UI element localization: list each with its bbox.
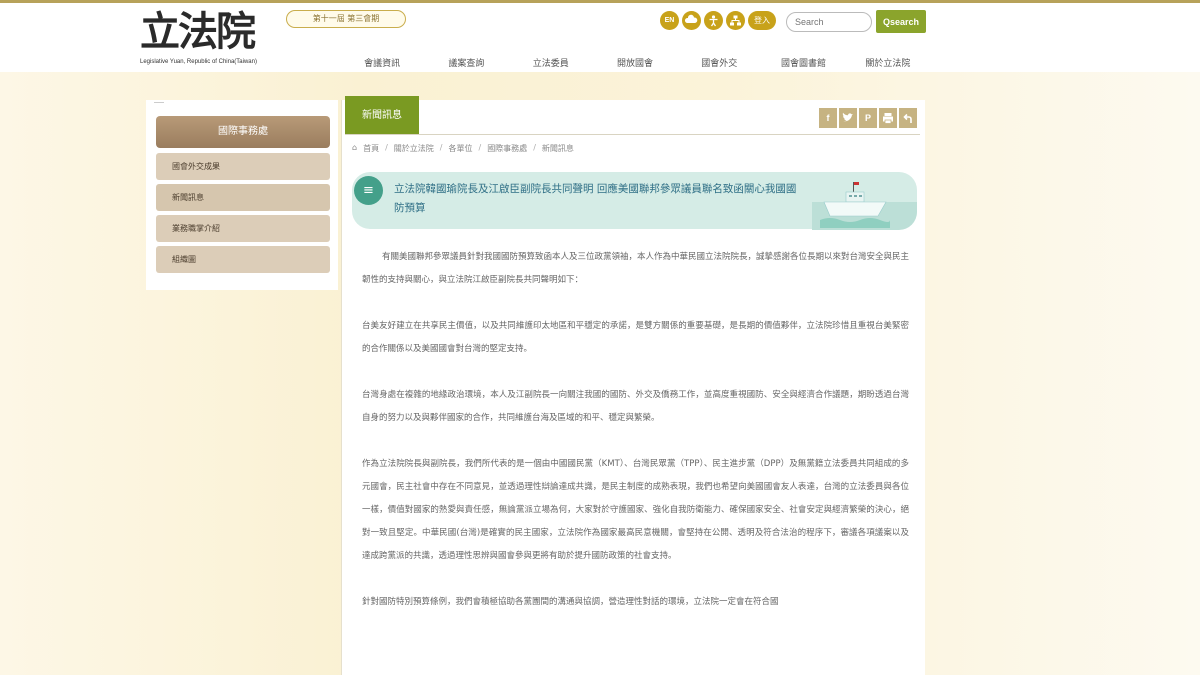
breadcrumb-separator: / (439, 143, 443, 152)
breadcrumb: ⌂ 首頁 / 關於立法院 / 各單位 / 國際事務處 / 新聞訊息 (352, 143, 574, 154)
logo-text: 立法院 (140, 8, 256, 55)
tab-underline (345, 134, 920, 135)
logo-subtitle: Legislative Yuan, Republic of China(Taiw… (140, 59, 257, 65)
share-bar: f P (819, 108, 917, 128)
print-icon[interactable] (879, 108, 897, 128)
nav-item-about[interactable]: 關於立法院 (846, 56, 930, 69)
breadcrumb-separator: / (533, 143, 536, 152)
nav-item-open-parliament[interactable]: 開放國會 (593, 56, 677, 69)
article-paragraph: 針對國防特別預算條例，我們會積極協助各黨團間的溝通與協調，營造理性對話的環境，立… (362, 597, 779, 607)
tab-news[interactable]: 新聞訊息 (345, 96, 419, 135)
article-paragraph: 台美友好建立在共享民主價值，以及共同維護印太地區和平穩定的承諾，是雙方關係的重要… (362, 321, 909, 354)
cloud-icon[interactable] (682, 11, 701, 30)
facebook-icon[interactable]: f (819, 108, 837, 128)
login-button[interactable]: 登入 (748, 11, 776, 30)
nav-item-diplomacy[interactable]: 國會外交 (677, 56, 761, 69)
sidebar-item-news[interactable]: 新聞訊息 (156, 184, 330, 211)
main-nav: 會議資訊 議案查詢 立法委員 開放國會 國會外交 國會圖書館 關於立法院 (340, 56, 930, 69)
sidebar-divider (154, 102, 164, 103)
twitter-icon[interactable] (839, 108, 857, 128)
breadcrumb-intl-affairs[interactable]: 國際事務處 (487, 143, 527, 154)
article-paragraph: 台灣身處在複雜的地緣政治環境，本人及江副院長一向關注我國的國防、外交及僑務工作，… (362, 390, 909, 423)
search-button[interactable]: Qsearch (876, 10, 926, 33)
sidebar-heading: 國際事務處 (156, 116, 330, 148)
article-paragraph: 有關美國聯邦參眾議員針對我國國防預算致函本人及三位政黨領袖，本人作為中華民國立法… (362, 252, 910, 285)
ship-illustration-icon (820, 182, 890, 228)
menu-icon: ≡ (354, 176, 383, 205)
english-icon[interactable]: EN (660, 11, 679, 30)
session-badge: 第十一屆 第三會期 (286, 10, 406, 28)
legislative-yuan-logo[interactable]: 立法院 Legislative Yuan, Republic of China(… (140, 7, 300, 71)
article-paragraph: 作為立法院院長與副院長，我們所代表的是一個由中國國民黨（KMT）、台灣民眾黨（T… (362, 459, 909, 561)
sidebar-item-diplomacy-results[interactable]: 國會外交成果 (156, 153, 330, 180)
sitemap-icon[interactable] (726, 11, 745, 30)
search-button-label: Qsearch (882, 16, 920, 27)
article-title: 立法院韓國瑜院長及江啟臣副院長共同聲明 回應美國聯邦參眾議員聯名致函關心我國國防… (394, 183, 797, 214)
accessibility-icon[interactable] (704, 11, 723, 30)
site-header: 立法院 Legislative Yuan, Republic of China(… (0, 0, 1200, 72)
back-icon[interactable] (899, 108, 917, 128)
article-body: 有關美國聯邦參眾議員針對我國國防預算致函本人及三位政黨領袖，本人作為中華民國立法… (362, 246, 909, 637)
nav-item-bills[interactable]: 議案查詢 (424, 56, 508, 69)
breadcrumb-news: 新聞訊息 (541, 144, 574, 153)
sidebar-item-duties[interactable]: 業務職掌介紹 (156, 215, 330, 242)
sidebar: 國際事務處 國會外交成果 新聞訊息 業務職掌介紹 組織圖 (146, 100, 338, 290)
plurk-icon[interactable]: P (859, 108, 877, 128)
breadcrumb-about[interactable]: 關於立法院 (394, 143, 434, 154)
breadcrumb-separator: / (478, 143, 482, 152)
nav-item-legislators[interactable]: 立法委員 (509, 56, 593, 69)
search-input[interactable] (786, 12, 872, 32)
sidebar-item-org-chart[interactable]: 組織圖 (156, 246, 330, 273)
breadcrumb-units[interactable]: 各單位 (448, 143, 472, 154)
utility-icons: EN 登入 (660, 11, 776, 30)
breadcrumb-home[interactable]: 首頁 (363, 143, 379, 154)
breadcrumb-separator: / (385, 143, 388, 152)
content-panel: 新聞訊息 f P ⌂ 首頁 / 關於立法院 / 各單位 / 國際事務處 / 新聞… (341, 96, 925, 675)
home-icon[interactable]: ⌂ (352, 143, 357, 154)
nav-item-library[interactable]: 國會圖書館 (761, 56, 845, 69)
nav-item-meetings[interactable]: 會議資訊 (340, 56, 424, 69)
